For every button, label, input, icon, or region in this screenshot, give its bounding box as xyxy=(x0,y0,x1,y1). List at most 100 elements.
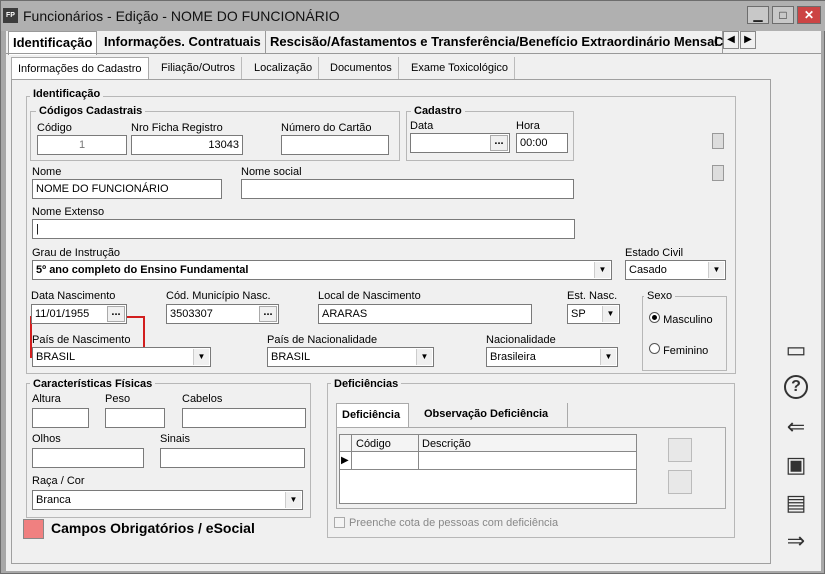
date-picker-button[interactable]: ... xyxy=(490,135,508,151)
subtab-exame[interactable]: Exame Toxicológico xyxy=(405,57,516,79)
tab-observacao[interactable]: Observação Deficiência xyxy=(416,403,568,427)
identificacao-title: Identificação xyxy=(30,88,104,100)
peso-label: Peso xyxy=(105,393,131,405)
estado-civil-value: Casado xyxy=(629,264,667,276)
chevron-down-icon[interactable]: ▼ xyxy=(708,262,724,278)
est-nasc-select[interactable]: SP ▼ xyxy=(567,304,620,324)
deficiencias-grid[interactable]: Código Descrição ▶ xyxy=(339,434,637,504)
cod-mun-value: 3503307 xyxy=(170,308,213,320)
tab-identificacao[interactable]: Identificação xyxy=(8,31,98,55)
pais-nasc-label: País de Nascimento xyxy=(32,334,131,346)
help-icon[interactable]: ? xyxy=(784,375,808,399)
ficha-field[interactable]: 13043 xyxy=(131,135,243,155)
sexo-masculino-option[interactable]: Masculino xyxy=(649,312,713,326)
nome-field[interactable]: NOME DO FUNCIONÁRIO xyxy=(32,179,222,199)
raca-select[interactable]: Branca ▼ xyxy=(32,490,303,510)
subtab-documentos[interactable]: Documentos xyxy=(324,57,399,79)
document-check-icon[interactable]: ▤ xyxy=(781,489,811,517)
row-divider xyxy=(340,469,636,470)
chevron-down-icon[interactable]: ▼ xyxy=(285,492,301,508)
grau-select[interactable]: 5º ano completo do Ensino Fundamental ▼ xyxy=(32,260,612,280)
olhos-label: Olhos xyxy=(32,433,61,445)
nome-extenso-field[interactable]: | xyxy=(32,219,575,239)
data-cadastro-field[interactable]: ... xyxy=(410,133,510,153)
chevron-down-icon[interactable]: ▼ xyxy=(193,349,209,365)
nome-extenso-label: Nome Extenso xyxy=(32,206,105,218)
minimize-button[interactable]: ▁ xyxy=(747,6,769,24)
feminino-label: Feminino xyxy=(663,345,709,357)
new-document-icon[interactable] xyxy=(668,438,692,462)
title-bar: FP Funcionários - Edição - NOME DO FUNCI… xyxy=(1,1,825,31)
masculino-label: Masculino xyxy=(663,314,713,326)
chevron-down-icon[interactable]: ▼ xyxy=(602,306,618,322)
grau-value: 5º ano completo do Ensino Fundamental xyxy=(36,264,249,276)
monitor-icon[interactable]: ▭ xyxy=(781,336,811,364)
trash-icon[interactable] xyxy=(668,470,692,494)
estado-civil-select[interactable]: Casado ▼ xyxy=(625,260,726,280)
local-nasc-field[interactable]: ARARAS xyxy=(318,304,532,324)
data-nasc-field[interactable]: 11/01/1955... xyxy=(31,304,127,324)
tab-informacoes-contratuais[interactable]: Informações. Contratuais xyxy=(100,31,266,53)
tab-rescisao[interactable]: Rescisão/Afastamentos e Transferência/Be… xyxy=(266,31,723,53)
sexo-title: Sexo xyxy=(644,290,676,302)
raca-value: Branca xyxy=(36,494,71,506)
est-nasc-value: SP xyxy=(571,308,586,320)
forward-arrow-icon[interactable]: ⇒ xyxy=(781,527,811,555)
pais-nac-value: BRASIL xyxy=(271,351,311,363)
cota-label: Preenche cota de pessoas com deficiência xyxy=(349,517,559,529)
nome-social-label: Nome social xyxy=(241,166,302,178)
tab-divider xyxy=(6,53,821,54)
data-nasc-value: 11/01/1955 xyxy=(35,308,90,320)
close-button[interactable]: ✕ xyxy=(797,6,821,24)
sexo-feminino-option[interactable]: Feminino xyxy=(649,343,708,357)
sexo-group xyxy=(642,296,727,371)
back-arrow-icon[interactable]: ⇐ xyxy=(781,413,811,441)
codigo-field[interactable]: 1 xyxy=(37,135,127,155)
sinais-field[interactable] xyxy=(160,448,305,468)
peso-field[interactable] xyxy=(105,408,165,428)
tab-scroll-left[interactable]: ◀ xyxy=(723,31,739,49)
radio-feminino[interactable] xyxy=(649,343,660,354)
col-divider xyxy=(418,435,419,469)
nome-label: Nome xyxy=(32,166,62,178)
save-icon[interactable]: ▣ xyxy=(781,451,811,479)
record-marker-icon: ▶ xyxy=(341,455,349,466)
altura-field[interactable] xyxy=(32,408,89,428)
cabelos-field[interactable] xyxy=(182,408,306,428)
maximize-button[interactable]: □ xyxy=(772,6,794,24)
copy-icon[interactable] xyxy=(712,133,724,149)
pais-nasc-select[interactable]: BRASIL ▼ xyxy=(32,347,211,367)
nome-social-field[interactable] xyxy=(241,179,574,199)
date-picker-button[interactable]: ... xyxy=(107,306,125,322)
radio-masculino[interactable] xyxy=(649,312,660,323)
tab-scroll-right[interactable]: ▶ xyxy=(740,31,756,49)
olhos-field[interactable] xyxy=(32,448,144,468)
subtab-filiacao[interactable]: Filiação/Outros xyxy=(155,57,242,79)
raca-label: Raça / Cor xyxy=(32,475,85,487)
deficiencias-title: Deficiências xyxy=(331,378,402,390)
cod-mun-field[interactable]: 3503307... xyxy=(166,304,279,324)
lookup-button[interactable]: ... xyxy=(259,306,277,322)
tab-deficiencia[interactable]: Deficiência xyxy=(336,403,409,427)
cartao-field[interactable] xyxy=(281,135,389,155)
trash-small-icon[interactable] xyxy=(712,165,724,181)
col-descricao: Descrição xyxy=(422,438,471,450)
pais-nasc-value: BRASIL xyxy=(36,351,76,363)
nacionalidade-select[interactable]: Brasileira ▼ xyxy=(486,347,618,367)
pais-nac-select[interactable]: BRASIL ▼ xyxy=(267,347,434,367)
subtab-localizacao[interactable]: Localização xyxy=(248,57,320,79)
hora-label: Hora xyxy=(516,120,540,132)
sinais-label: Sinais xyxy=(160,433,190,445)
window-title: Funcionários - Edição - NOME DO FUNCIONÁ… xyxy=(23,8,340,24)
caracteristicas-title: Características Físicas xyxy=(30,378,156,390)
chevron-down-icon[interactable]: ▼ xyxy=(594,262,610,278)
hora-field[interactable]: 00:00 xyxy=(516,133,568,153)
chevron-down-icon[interactable]: ▼ xyxy=(600,349,616,365)
ficha-label: Nro Ficha Registro xyxy=(131,122,223,134)
cota-checkbox[interactable] xyxy=(334,517,345,528)
subtab-informacoes-cadastro[interactable]: Informações do Cadastro xyxy=(11,57,149,79)
data-cadastro-label: Data xyxy=(410,120,434,132)
chevron-down-icon[interactable]: ▼ xyxy=(416,349,432,365)
nacionalidade-label: Nacionalidade xyxy=(486,334,556,346)
required-color-swatch xyxy=(23,519,44,539)
